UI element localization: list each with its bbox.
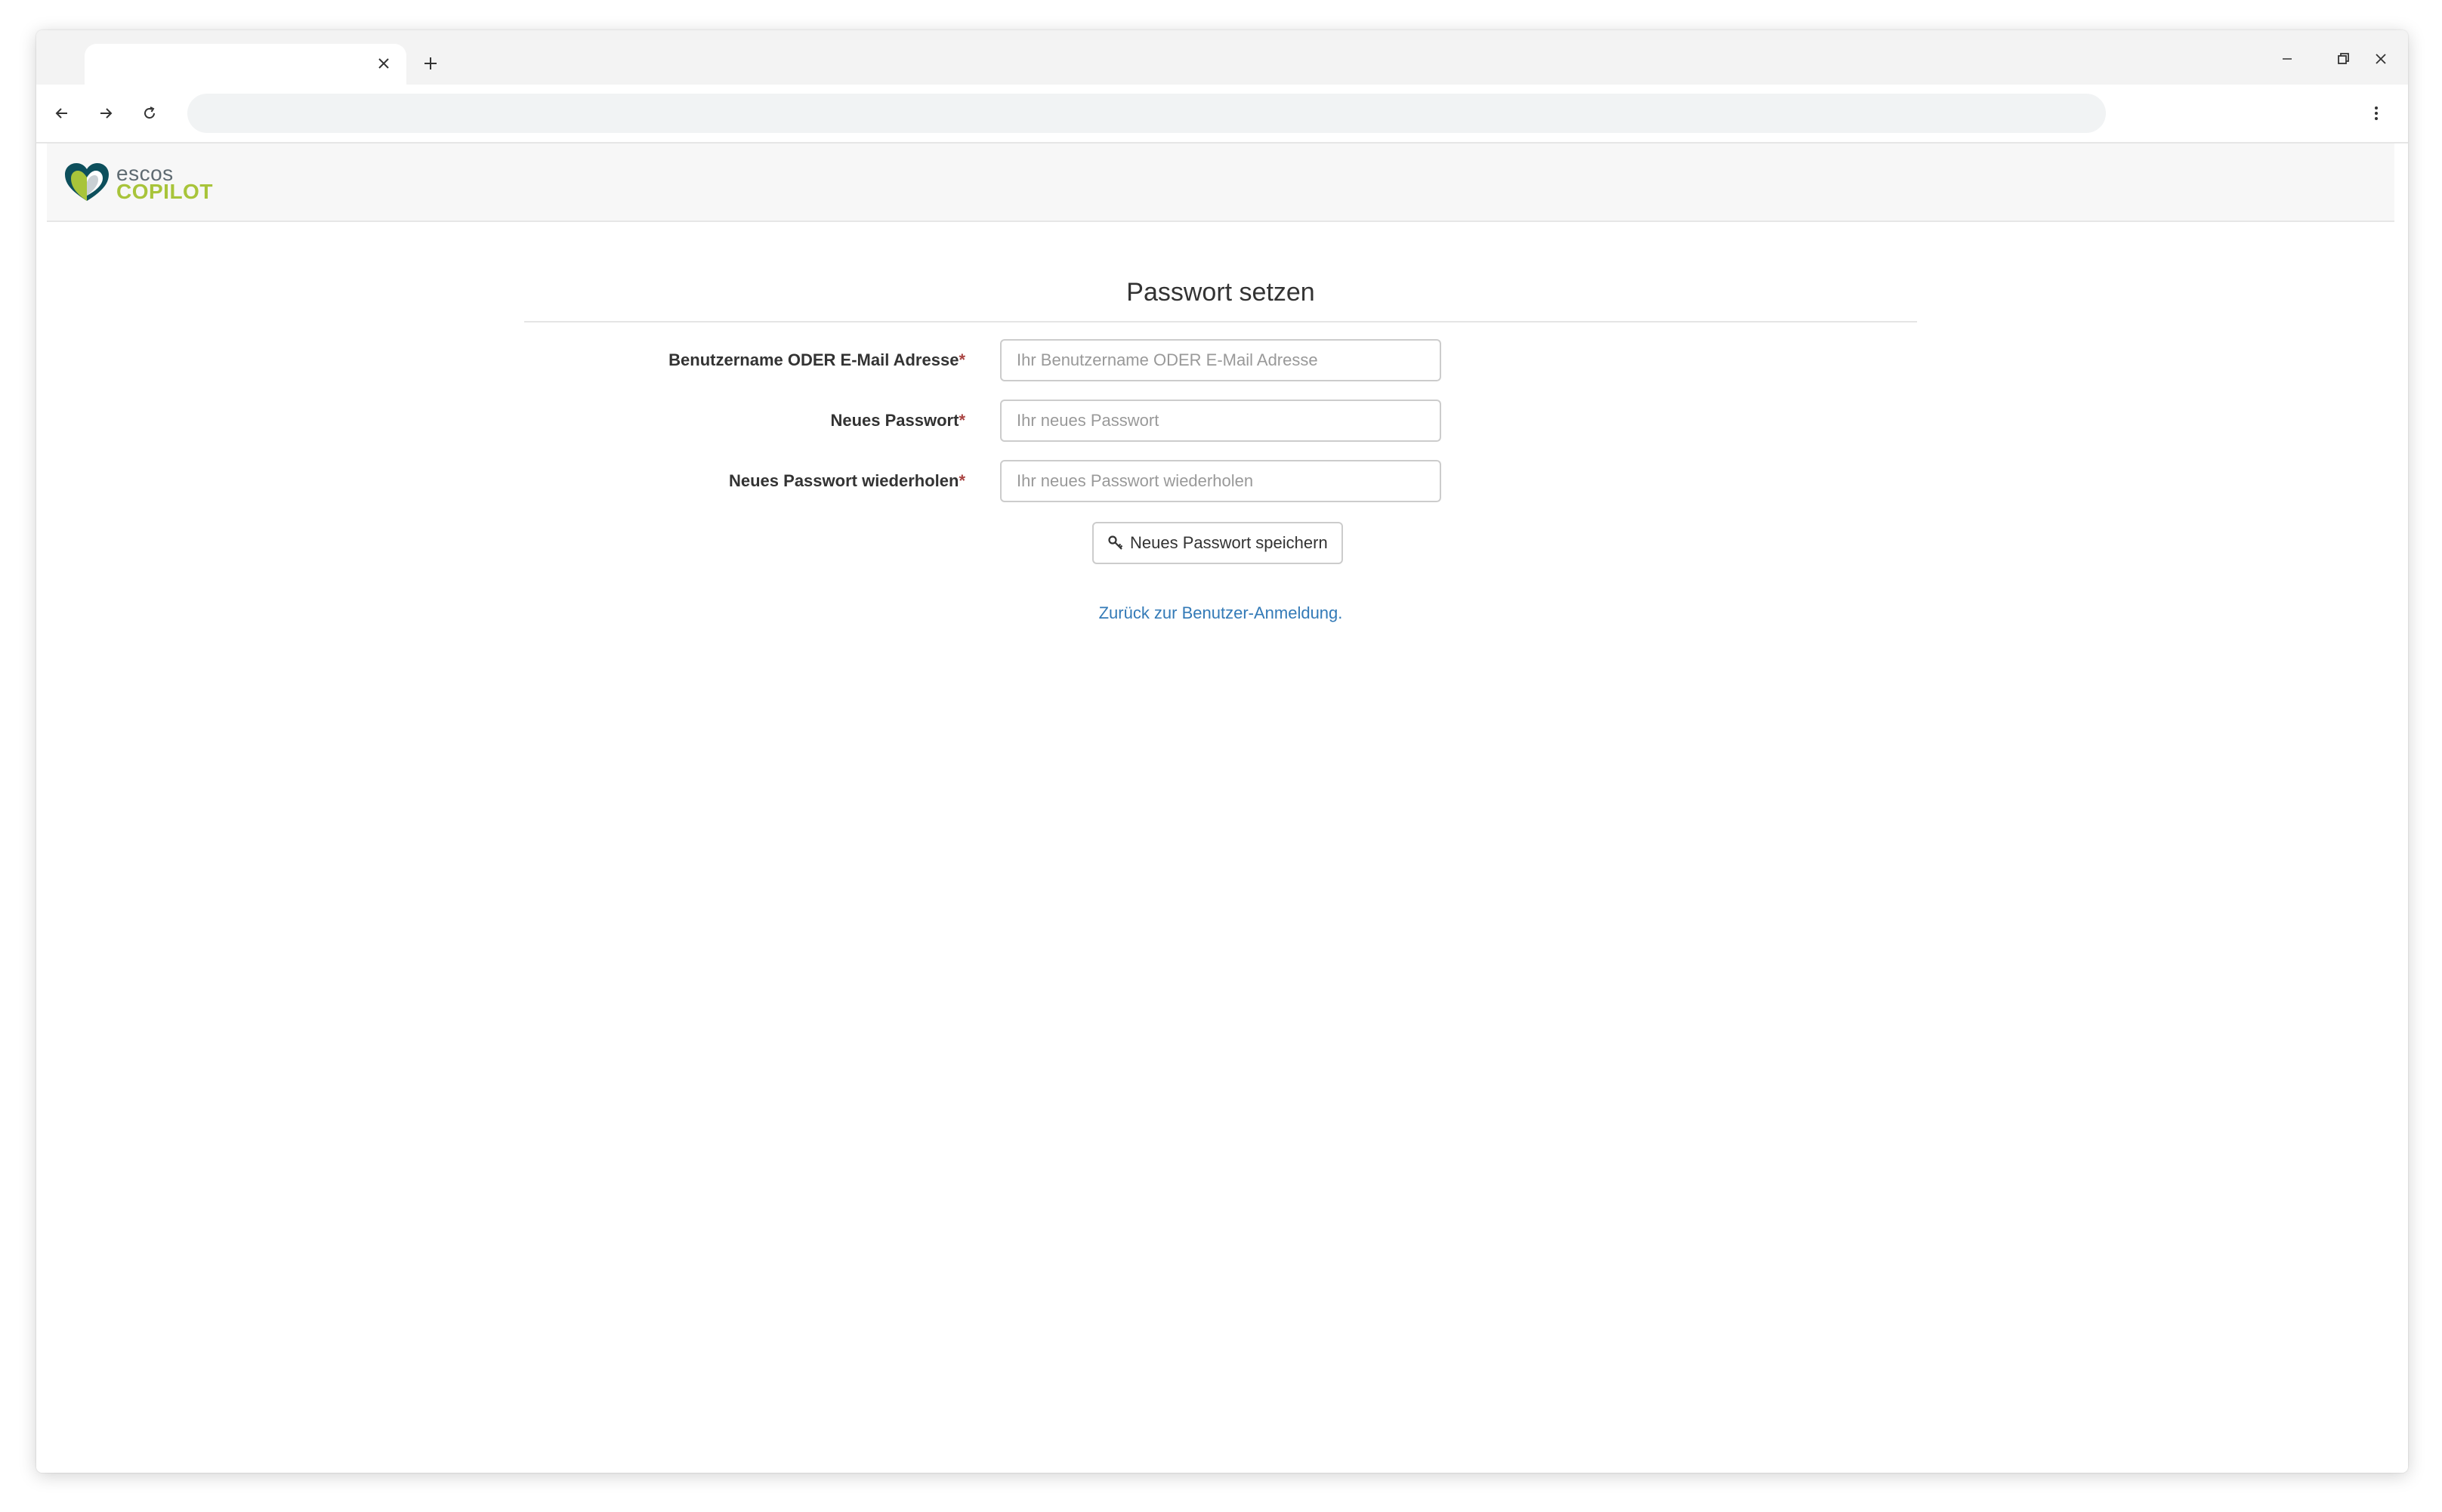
save-new-password-button[interactable]: Neues Passwort speichern	[1092, 522, 1343, 564]
tab-close-button[interactable]	[372, 51, 396, 76]
browser-window: escos COPILOT Passwort setzen Benutzerna…	[36, 30, 2408, 1473]
plus-icon	[424, 57, 437, 69]
back-to-login-link[interactable]: Zurück zur Benutzer-Anmeldung.	[524, 603, 1917, 623]
repeat-password-label: Neues Passwort wiederholen*	[729, 460, 965, 502]
form-row-username: Benutzername ODER E-Mail Adresse*	[524, 339, 1917, 384]
escos-copilot-logo[interactable]: escos COPILOT	[63, 159, 213, 207]
required-marker: *	[959, 471, 965, 490]
tab-strip	[36, 30, 2408, 85]
logo-line2: COPILOT	[116, 180, 213, 203]
browser-toolbar	[36, 85, 2408, 143]
browser-tab[interactable]	[85, 44, 406, 85]
arrow-right-icon	[100, 108, 113, 119]
username-label-text: Benutzername ODER E-Mail Adresse	[668, 350, 959, 369]
back-button[interactable]	[45, 97, 79, 130]
new-password-input[interactable]	[1000, 400, 1441, 442]
address-bar[interactable]	[187, 94, 2106, 133]
required-marker: *	[959, 350, 965, 369]
repeat-password-input[interactable]	[1000, 460, 1441, 502]
new-password-label-text: Neues Passwort	[830, 411, 959, 430]
forward-button[interactable]	[89, 97, 122, 130]
username-email-input[interactable]	[1000, 339, 1441, 381]
form-row-new-password: Neues Passwort*	[524, 400, 1917, 445]
close-icon	[378, 58, 389, 69]
form-actions: Neues Passwort speichern	[524, 522, 1917, 567]
new-tab-button[interactable]	[414, 47, 447, 80]
password-reset-form: Passwort setzen Benutzername ODER E-Mail…	[524, 278, 1917, 623]
page-content: escos COPILOT Passwort setzen Benutzerna…	[36, 143, 2408, 1473]
restore-icon	[2338, 53, 2349, 64]
required-marker: *	[959, 411, 965, 430]
minimize-button[interactable]	[2264, 42, 2310, 76]
app-header: escos COPILOT	[47, 143, 2394, 222]
arrow-left-icon	[55, 108, 67, 119]
minimize-icon	[2283, 58, 2292, 60]
page-title: Passwort setzen	[524, 278, 1917, 322]
logo-text: escos COPILOT	[116, 163, 213, 203]
new-password-label: Neues Passwort*	[830, 400, 965, 442]
save-new-password-label: Neues Passwort speichern	[1130, 533, 1328, 552]
username-label: Benutzername ODER E-Mail Adresse*	[668, 339, 965, 381]
repeat-password-label-text: Neues Passwort wiederholen	[729, 471, 959, 490]
browser-menu-button[interactable]	[2360, 97, 2393, 130]
close-icon	[2376, 54, 2386, 64]
key-icon	[1108, 535, 1123, 550]
kebab-menu-icon	[2375, 106, 2378, 120]
reload-icon	[144, 106, 155, 119]
heart-logo-icon	[65, 163, 109, 201]
form-row-repeat-password: Neues Passwort wiederholen*	[524, 460, 1917, 505]
window-close-button[interactable]	[2358, 42, 2403, 76]
reload-button[interactable]	[133, 97, 166, 130]
